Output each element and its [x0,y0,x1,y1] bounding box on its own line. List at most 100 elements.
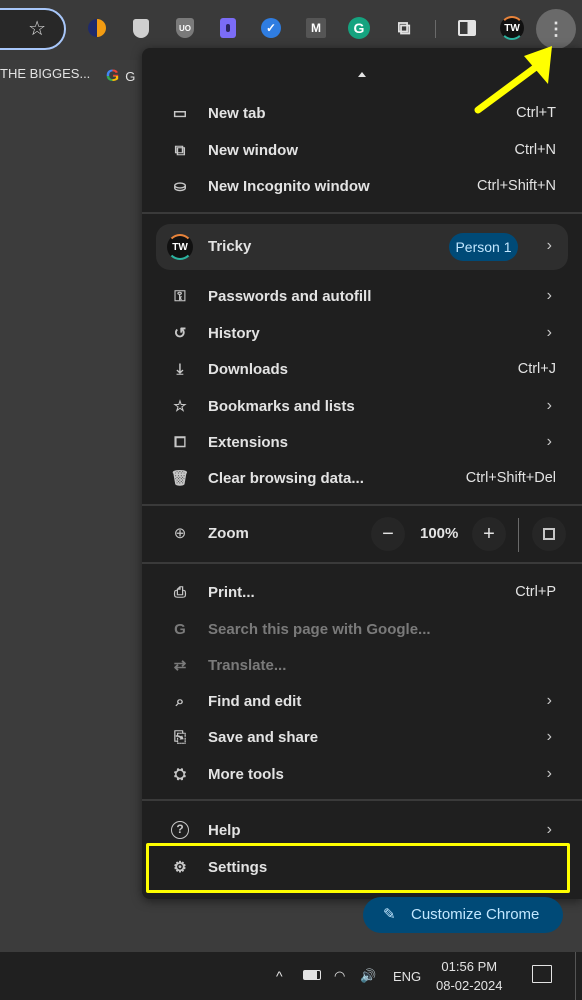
chrome-main-menu: ▭ New tab Ctrl+T ⧉ New window Ctrl+N ⛀ N… [142,48,582,899]
menu-item-label: Bookmarks and lists [208,397,355,415]
menu-item-label: Help [208,821,241,839]
menu-item-settings[interactable]: ⚙ Settings [142,849,582,885]
printer-icon: ⎙ [173,583,186,601]
menu-item-label: More tools [208,765,284,783]
gear-icon: ⚙ [173,859,187,876]
profile-avatar-button[interactable]: TW [500,16,524,40]
find-page-icon: ⌕ [175,692,185,710]
bookmark-label: G [125,68,136,84]
menu-item-label: Print... [208,583,255,601]
menu-divider [142,504,582,506]
menu-item-label: Clear browsing data... [208,469,364,487]
chevron-right-icon: › [546,324,552,341]
menu-item-history[interactable]: ↺ History › [142,315,582,351]
address-bar[interactable]: ☆ [0,8,66,50]
chevron-right-icon: › [546,433,552,450]
menu-item-print[interactable]: ⎙ Print... Ctrl+P [142,574,582,610]
orange-blue-extension-icon[interactable] [86,17,108,39]
profile-avatar: TW [167,234,193,260]
chrome-menu-button[interactable]: ⋮ [536,9,576,49]
menu-item-new-incognito-window[interactable]: ⛀ New Incognito window Ctrl+Shift+N [142,168,582,204]
google-g-icon: G [174,620,186,638]
shortcut-label: Ctrl+P [515,584,556,600]
bookmark-item[interactable]: G G [106,66,135,86]
download-icon: ⤓ [176,360,184,378]
menu-item-clear-browsing-data[interactable]: 🗑 Clear browsing data... Ctrl+Shift+Del [142,460,582,496]
shield-extension-icon[interactable] [130,17,152,39]
zoom-level: 100% [420,525,459,542]
chevron-right-icon: › [546,765,552,782]
menu-item-extensions[interactable]: ⧠ Extensions › [142,424,582,460]
purple-doc-extension-icon[interactable] [217,17,239,39]
puzzle-icon: ⧠ [173,433,186,451]
profile-name: Tricky [208,238,252,255]
menu-item-downloads[interactable]: ⤓ Downloads Ctrl+J [142,351,582,387]
menu-item-passwords-and-autofill[interactable]: ⚿ Passwords and autofill › [142,278,582,314]
bookmark-item[interactable]: THE BIGGES... [0,66,90,81]
customize-chrome-button[interactable]: ✎ Customize Chrome [363,897,563,933]
zoom-out-button[interactable]: − [371,517,405,551]
star-icon: ☆ [173,398,187,415]
new-window-icon: ⧉ [174,141,186,159]
menu-item-label: Downloads [208,360,289,378]
menu-item-save-and-share[interactable]: ⎘ Save and share › [142,719,582,755]
menu-item-label: New Incognito window [208,177,370,195]
shortcut-label: Ctrl+T [516,105,556,121]
menu-item-profile[interactable]: TW Tricky Person 1 › [156,224,568,270]
menu-item-label: Translate... [208,656,287,674]
zoom-label: Zoom [208,525,249,542]
chevron-right-icon: › [546,692,552,709]
m-extension-icon[interactable]: M [305,17,327,39]
menu-item-new-window[interactable]: ⧉ New window Ctrl+N [142,132,582,168]
shortcut-label: Ctrl+Shift+Del [465,470,556,486]
zoom-separator [518,518,519,552]
zoom-in-icon: ⊕ [173,525,187,542]
menu-item-label: Save and share [208,728,319,746]
new-tab-icon: ▭ [172,105,188,122]
notification-center-icon[interactable] [532,965,552,983]
menu-item-help[interactable]: ? Help › [142,812,582,848]
grammarly-icon[interactable]: G [348,17,370,39]
extensions-puzzle-icon[interactable]: ⧉ [393,17,415,39]
profile-badge: Person 1 [449,233,518,261]
input-language[interactable]: ENG [393,969,421,984]
menu-item-label: Search this page with Google... [208,620,431,638]
menu-item-more-tools[interactable]: ⛭ More tools › [142,756,582,792]
volume-icon[interactable]: 🔊 [360,968,376,984]
system-clock[interactable]: 01:56 PM 08-02-2024 [436,957,503,995]
menu-item-label: Passwords and autofill [208,287,372,305]
trash-icon: 🗑 [170,470,190,487]
menu-divider [142,799,582,801]
clock-time: 01:56 PM [441,959,498,974]
menu-item-label: History [208,324,260,342]
fullscreen-icon [543,528,555,540]
google-icon: G [106,66,120,85]
chevron-right-icon: › [546,728,552,745]
side-panel-icon[interactable] [456,17,478,39]
bookmark-star-icon[interactable]: ☆ [28,18,46,40]
blue-check-extension-icon[interactable]: ✓ [260,17,282,39]
menu-item-find-and-edit[interactable]: ⌕ Find and edit › [142,683,582,719]
incognito-icon: ⛀ [173,178,187,195]
help-icon: ? [171,821,189,839]
zoom-control: ⊕ Zoom − 100% + [142,512,582,556]
wifi-icon[interactable]: ◠ [334,968,345,984]
menu-caret-icon [358,72,366,77]
show-hidden-icons-chevron-icon[interactable]: ^ [276,968,283,984]
menu-divider [142,212,582,214]
menu-item-label: Extensions [208,433,289,451]
menu-item-bookmarks-and-lists[interactable]: ☆ Bookmarks and lists › [142,388,582,424]
battery-icon[interactable] [303,970,321,980]
chevron-right-icon: › [546,821,552,838]
show-desktop-edge[interactable] [575,952,576,1000]
menu-item-label: Find and edit [208,692,302,710]
menu-item-new-tab[interactable]: ▭ New tab Ctrl+T [142,95,582,131]
save-page-icon: ⎘ [173,728,186,746]
chevron-right-icon: › [546,397,552,414]
key-icon: ⚿ [174,287,186,305]
fullscreen-button[interactable] [532,517,566,551]
zoom-in-button[interactable]: + [472,517,506,551]
shortcut-label: Ctrl+J [517,361,556,377]
menu-item-label: Settings [208,858,268,876]
ublock-origin-icon[interactable]: UO [174,17,196,39]
